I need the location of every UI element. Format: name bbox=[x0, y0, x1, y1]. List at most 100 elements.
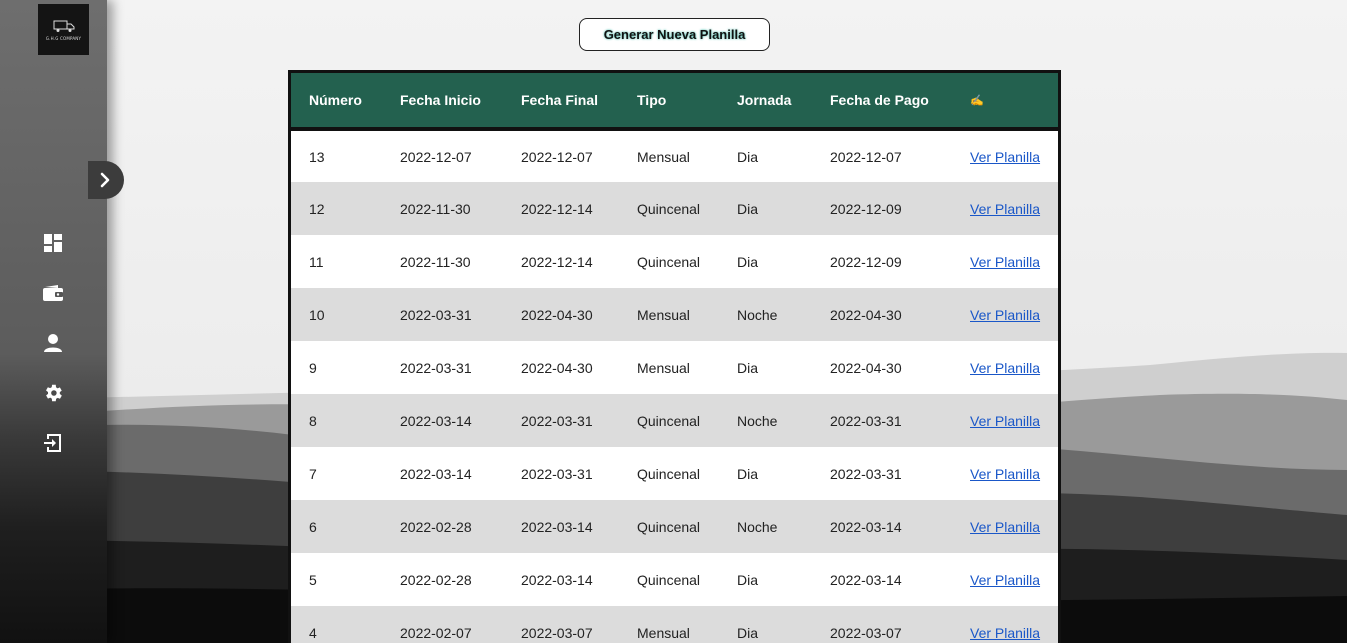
action-cell: Ver Planilla bbox=[970, 235, 1058, 288]
cell-fecha-inicio: 2022-03-31 bbox=[400, 359, 472, 376]
cell-fecha-final: 2022-12-14 bbox=[521, 200, 593, 217]
header-fecha-inicio: Fecha Inicio bbox=[400, 73, 521, 131]
generate-planilla-button[interactable]: Generar Nueva Planilla bbox=[579, 18, 770, 51]
cell-fecha-pago: 2022-03-31 bbox=[830, 465, 902, 482]
table-row: 4 2022-02-07 2022-03-07 Mensual Dia 2022-03-0… bbox=[291, 606, 1058, 643]
table-row: 10 2022-03-31 2022-04-30 Mensual Noche 2022-0… bbox=[291, 288, 1058, 341]
cell-fecha-final: 2022-04-30 bbox=[521, 306, 593, 323]
cell-fecha-pago: 2022-12-09 bbox=[830, 253, 902, 270]
ver-planilla-link[interactable]: Ver Planilla bbox=[970, 413, 1040, 429]
header-fecha-pago: Fecha de Pago bbox=[830, 73, 970, 131]
cell-fecha-inicio: 2022-11-30 bbox=[400, 253, 471, 270]
cell-fecha-final: 2022-03-14 bbox=[521, 571, 593, 588]
cell-fecha-final: 2022-04-30 bbox=[521, 359, 593, 376]
action-cell: Ver Planilla bbox=[970, 129, 1058, 182]
cell-fecha-pago: 2022-12-07 bbox=[830, 148, 902, 165]
cell-jornada: Noche bbox=[737, 518, 778, 535]
cell-numero: 5 bbox=[309, 571, 317, 588]
nav-wallet[interactable] bbox=[40, 280, 66, 306]
cell-fecha-inicio: 2022-12-07 bbox=[400, 148, 472, 165]
cell-numero: 7 bbox=[309, 465, 317, 482]
cell-fecha-inicio: 2022-02-28 bbox=[400, 518, 472, 535]
ver-planilla-link[interactable]: Ver Planilla bbox=[970, 572, 1040, 588]
cell-jornada: Dia bbox=[737, 253, 759, 270]
nav-logout[interactable] bbox=[40, 430, 66, 456]
cell-fecha-pago: 2022-03-14 bbox=[830, 518, 902, 535]
cell-tipo: Quincenal bbox=[637, 518, 701, 535]
ver-planilla-link[interactable]: Ver Planilla bbox=[970, 254, 1040, 270]
logo-text: G.H.G COMPANY bbox=[45, 35, 82, 41]
cell-jornada: Dia bbox=[737, 465, 759, 482]
cell-jornada: Dia bbox=[737, 359, 759, 376]
cell-jornada: Dia bbox=[737, 571, 759, 588]
chevron-right-icon bbox=[100, 172, 110, 188]
planillas-table-container: Número Fecha Inicio Fecha Final Tipo Jor… bbox=[288, 70, 1061, 643]
cell-numero: 6 bbox=[309, 518, 317, 535]
cell-fecha-inicio: 2022-03-14 bbox=[400, 412, 472, 429]
table-row: 8 2022-03-14 2022-03-31 Quincenal Noche 2022-… bbox=[291, 394, 1058, 447]
cell-fecha-final: 2022-03-31 bbox=[521, 412, 593, 429]
action-cell: Ver Planilla bbox=[970, 288, 1058, 341]
action-cell: Ver Planilla bbox=[970, 341, 1058, 394]
cell-fecha-pago: 2022-03-07 bbox=[830, 624, 902, 641]
cell-tipo: Mensual bbox=[637, 624, 690, 641]
table-row: 5 2022-02-28 2022-03-14 Quincenal Dia 2022-03… bbox=[291, 553, 1058, 606]
action-cell: Ver Planilla bbox=[970, 500, 1058, 553]
ver-planilla-link[interactable]: Ver Planilla bbox=[970, 466, 1040, 482]
table-row: 13 2022-12-07 2022-12-07 Mensual Dia 2022-12-… bbox=[291, 129, 1058, 182]
table-header-row: Número Fecha Inicio Fecha Final Tipo Jor… bbox=[291, 73, 1058, 131]
cell-fecha-final: 2022-03-31 bbox=[521, 465, 593, 482]
header-actions-icon: ✍ bbox=[970, 73, 1058, 131]
cell-fecha-inicio: 2022-02-28 bbox=[400, 571, 472, 588]
table-row: 12 2022-11-30 2022-12-14 Quincenal Dia 2022-1… bbox=[291, 182, 1058, 235]
cell-fecha-final: 2022-03-07 bbox=[521, 624, 593, 641]
action-cell: Ver Planilla bbox=[970, 447, 1058, 500]
header-fecha-final: Fecha Final bbox=[521, 73, 637, 131]
wallet-icon bbox=[43, 285, 63, 301]
ver-planilla-link[interactable]: Ver Planilla bbox=[970, 307, 1040, 323]
gear-icon bbox=[46, 384, 62, 402]
cell-fecha-pago: 2022-04-30 bbox=[830, 359, 902, 376]
cell-tipo: Mensual bbox=[637, 306, 690, 323]
cell-numero: 4 bbox=[309, 624, 317, 641]
ver-planilla-link[interactable]: Ver Planilla bbox=[970, 625, 1040, 641]
header-numero: Número bbox=[291, 73, 400, 131]
cell-jornada: Dia bbox=[737, 200, 759, 217]
logout-icon bbox=[44, 434, 61, 452]
nav-settings[interactable] bbox=[40, 380, 66, 406]
cell-numero: 11 bbox=[309, 253, 324, 270]
truck-icon bbox=[53, 20, 74, 32]
cell-fecha-pago: 2022-03-31 bbox=[830, 412, 902, 429]
cell-numero: 8 bbox=[309, 412, 317, 429]
cell-fecha-final: 2022-12-14 bbox=[521, 253, 593, 270]
cell-numero: 9 bbox=[309, 359, 317, 376]
nav-dashboard[interactable] bbox=[40, 230, 66, 256]
cell-jornada: Dia bbox=[737, 624, 759, 641]
cell-jornada: Noche bbox=[737, 412, 778, 429]
company-logo[interactable]: G.H.G COMPANY bbox=[38, 4, 89, 55]
cell-tipo: Quincenal bbox=[637, 465, 701, 482]
cell-fecha-inicio: 2022-03-14 bbox=[400, 465, 472, 482]
cell-numero: 13 bbox=[309, 148, 325, 165]
planillas-table: Número Fecha Inicio Fecha Final Tipo Jor… bbox=[291, 73, 1058, 643]
table-row: 7 2022-03-14 2022-03-31 Quincenal Dia 2022-03… bbox=[291, 447, 1058, 500]
cell-fecha-final: 2022-03-14 bbox=[521, 518, 593, 535]
action-cell: Ver Planilla bbox=[970, 553, 1058, 606]
header-jornada: Jornada bbox=[737, 73, 830, 131]
cell-tipo: Quincenal bbox=[637, 253, 701, 270]
ver-planilla-link[interactable]: Ver Planilla bbox=[970, 201, 1040, 217]
ver-planilla-link[interactable]: Ver Planilla bbox=[970, 519, 1040, 535]
user-icon bbox=[44, 334, 62, 352]
ver-planilla-link[interactable]: Ver Planilla bbox=[970, 360, 1040, 376]
action-cell: Ver Planilla bbox=[970, 182, 1058, 235]
cell-tipo: Mensual bbox=[637, 148, 690, 165]
action-cell: Ver Planilla bbox=[970, 394, 1058, 447]
cell-fecha-inicio: 2022-11-30 bbox=[400, 200, 471, 217]
ver-planilla-link[interactable]: Ver Planilla bbox=[970, 149, 1040, 165]
cell-fecha-pago: 2022-12-09 bbox=[830, 200, 902, 217]
cell-numero: 12 bbox=[309, 200, 325, 217]
cell-numero: 10 bbox=[309, 306, 325, 323]
cell-fecha-final: 2022-12-07 bbox=[521, 148, 593, 165]
cell-fecha-inicio: 2022-02-07 bbox=[400, 624, 472, 641]
nav-user[interactable] bbox=[40, 330, 66, 356]
